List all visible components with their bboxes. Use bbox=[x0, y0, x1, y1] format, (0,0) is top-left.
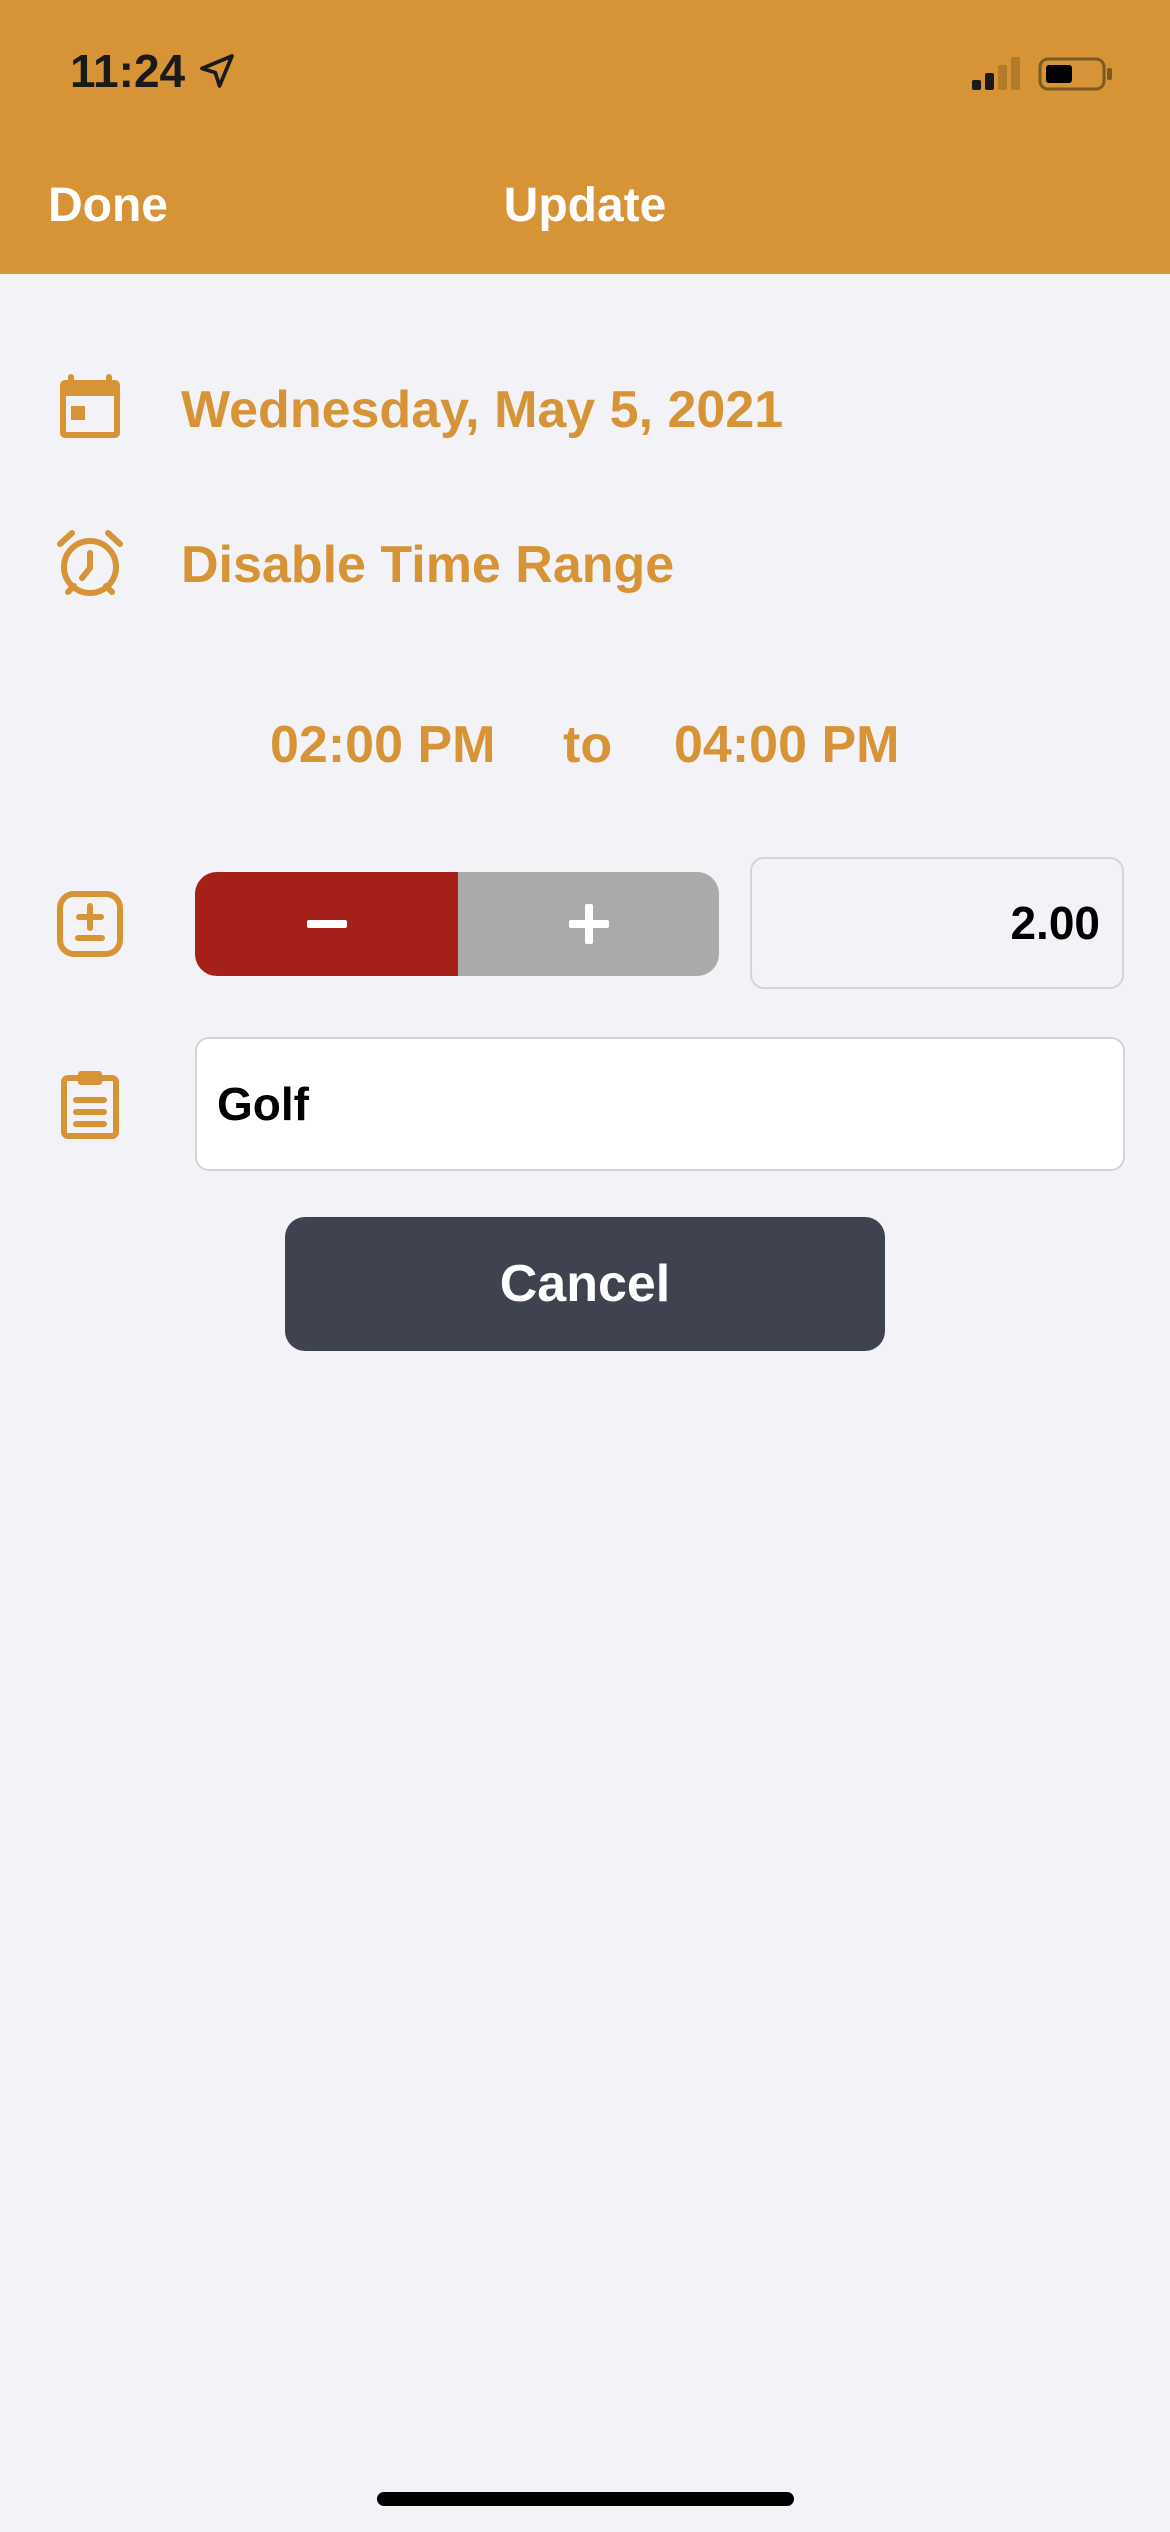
disable-time-range-button[interactable]: Disable Time Range bbox=[181, 535, 674, 595]
minus-icon bbox=[306, 920, 347, 928]
cancel-button[interactable]: Cancel bbox=[285, 1217, 885, 1351]
start-time-picker[interactable]: 02:00 PM bbox=[270, 715, 495, 775]
decrement-button[interactable] bbox=[195, 872, 458, 976]
nav-title[interactable]: Update bbox=[0, 178, 1170, 233]
calendar-icon bbox=[60, 374, 120, 438]
date-picker[interactable]: Wednesday, May 5, 2021 bbox=[181, 380, 783, 440]
plus-icon bbox=[568, 904, 609, 944]
nav-bar: 11:24 Done Update bbox=[0, 0, 1170, 274]
time-range-separator: to bbox=[563, 716, 613, 774]
battery-icon bbox=[1038, 57, 1112, 91]
home-indicator[interactable] bbox=[377, 2492, 794, 2506]
increment-button[interactable] bbox=[458, 872, 719, 976]
alarm-clock-icon bbox=[57, 530, 123, 596]
quantity-stepper bbox=[195, 872, 719, 976]
quantity-field[interactable]: 2.00 bbox=[750, 857, 1124, 989]
clock-text: 11:24 bbox=[70, 45, 186, 97]
plus-minus-icon bbox=[57, 891, 123, 957]
end-time-picker[interactable]: 04:00 PM bbox=[674, 715, 899, 775]
status-time: 11:24 bbox=[70, 44, 237, 98]
clipboard-icon bbox=[61, 1071, 119, 1139]
note-input[interactable]: Golf bbox=[195, 1037, 1125, 1171]
signal-icon bbox=[972, 57, 1020, 90]
location-arrow-icon bbox=[200, 54, 234, 88]
